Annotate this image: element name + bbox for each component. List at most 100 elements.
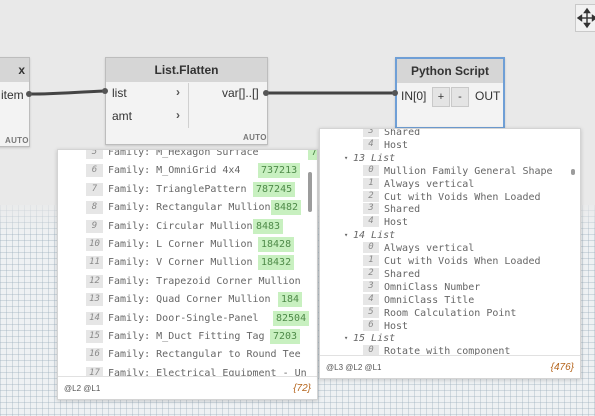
list-item: 7 Family: TrianglePattern 787245 [58, 181, 317, 199]
list-item-index: 4 [363, 293, 379, 305]
list-item-text: Family: Electrical Equipment - Un [108, 367, 307, 376]
input-port-amt[interactable]: amt [112, 109, 132, 123]
list-group-header[interactable]: ▾ 15 List [320, 332, 580, 345]
list-item-text: Rotate with component [384, 346, 511, 355]
element-id-value: 8482 [271, 200, 302, 216]
element-id-value: 736057 [308, 150, 317, 160]
list-item-index: 2 [363, 267, 379, 279]
list-item: 0 Rotate with component [320, 345, 580, 355]
list-item-index: 8 [86, 201, 103, 215]
list-item-index: 4 [363, 138, 379, 150]
port-connector-var[interactable] [263, 90, 269, 96]
list-levels: @L3 @L2 @L1 [326, 363, 382, 372]
list-item: 2 Shared [320, 267, 580, 281]
list-item: 1 Cut with Voids When Loaded [320, 255, 580, 268]
list-item-text: Always vertical [384, 243, 475, 255]
list-item: 12 Family: Trapezoid Corner Mullion [58, 273, 317, 291]
list-item: 11 Family: V Corner Mullion 18432 [58, 254, 317, 272]
list-item: 6 Host [320, 319, 580, 333]
partial-node-title: x [0, 58, 29, 82]
list-item-text: Family: V Corner Mullion [108, 257, 253, 269]
output-port-var[interactable]: var[]..[] [222, 86, 259, 100]
python-script-node[interactable]: Python Script IN[0] + - OUT [395, 57, 505, 129]
list-item-text: Family: M_OmniGrid 4x4 [108, 165, 241, 177]
list-item: 9 Family: Circular Mullion 8483 [58, 218, 317, 236]
scrollbar[interactable] [571, 169, 575, 175]
list-item: 4 OmniClass Title [320, 293, 580, 307]
list-group-header[interactable]: ▾ 13 List [320, 152, 580, 165]
input-port-list[interactable]: list [112, 86, 127, 100]
preview-footer: @L2 @L1 {72} [58, 376, 317, 399]
port-connector-in0[interactable] [392, 90, 398, 96]
list-item-text: Family: Door-Single-Panel [108, 312, 259, 324]
list-item: 8 Family: Rectangular Mullion 8482 [58, 199, 317, 217]
preview-list: 5 Family: M_Hexagon Surface 736057 6 Family:… [58, 150, 317, 376]
list-item-index: 2 [363, 190, 379, 202]
list-item-text: Host [384, 139, 409, 151]
remove-input-button[interactable]: - [451, 87, 469, 107]
list-item-text: Cut with Voids When Loaded [384, 256, 541, 267]
item-count: {72} [293, 383, 311, 394]
list-item-index: 4 [363, 216, 379, 228]
right-preview-panel[interactable]: 3 Shared 4 Host ▾ 13 List 0 Mullion Family Gene… [319, 128, 581, 379]
auto-label: AUTO [243, 133, 267, 142]
list-item-index: 0 [363, 242, 379, 254]
output-port-item[interactable]: item [1, 88, 24, 102]
collapse-triangle-icon[interactable]: ▾ [344, 229, 348, 242]
item-count: {476} [550, 362, 574, 373]
output-port-out[interactable]: OUT [475, 89, 500, 103]
list-item: 3 Shared [320, 129, 580, 139]
list-group-label: 15 List [353, 333, 396, 345]
list-item-text: Family: L Corner Mullion [108, 239, 253, 250]
port-connector-list[interactable] [102, 88, 108, 94]
list-item: 5 Family: M_Hexagon Surface 736057 [58, 150, 317, 162]
node-title: Python Script [397, 59, 503, 83]
list-item: 16 Family: Rectangular to Round Tee [58, 346, 317, 364]
left-preview-panel[interactable]: 5 Family: M_Hexagon Surface 736057 6 Family:… [57, 149, 318, 400]
partial-node[interactable]: x item AUTO [0, 57, 30, 147]
list-item-text: Family: Rectangular to Round Tee [108, 349, 301, 361]
list-item-text: Cut with Voids When Loaded [384, 191, 541, 203]
list-item-text: Shared [384, 204, 421, 216]
list-item-index: 5 [86, 150, 103, 159]
list-item-text: Family: Trapezoid Corner Mullion [108, 275, 301, 287]
auto-label: AUTO [5, 136, 29, 145]
collapse-triangle-icon[interactable]: ▾ [344, 152, 348, 165]
list-item-index: 14 [86, 311, 103, 325]
list-item-index: 9 [86, 219, 103, 233]
preview-footer: @L3 @L2 @L1 {476} [320, 355, 580, 378]
port-connector-item[interactable] [26, 91, 32, 97]
chevron-right-icon: › [176, 85, 180, 99]
element-id-value: 82504 [273, 310, 310, 326]
list-item-text: Family: M_Hexagon Surface [108, 150, 259, 158]
list-item-index: 17 [86, 366, 103, 376]
list-item-index: 3 [363, 280, 379, 292]
list-item: 10 Family: L Corner Mullion 18428 [58, 236, 317, 254]
list-item: 0 Mullion Family General Shape [320, 164, 580, 178]
list-group-header[interactable]: ▾ 14 List [320, 229, 580, 242]
move-icon[interactable] [575, 4, 595, 32]
element-id-value: 8483 [253, 218, 284, 234]
list-item: 3 OmniClass Number [320, 280, 580, 294]
list-flatten-node[interactable]: List.Flatten list › amt › var[]..[] AUTO [105, 57, 268, 145]
list-item-index: 6 [363, 319, 379, 331]
list-item-index: 5 [363, 306, 379, 318]
element-id-value: 18428 [258, 237, 295, 252]
list-item-text: Mullion Family General Shape [384, 165, 553, 177]
chevron-right-icon: › [176, 108, 180, 122]
list-item-text: Shared [384, 129, 421, 138]
list-item-index: 3 [363, 203, 379, 215]
input-port-in0[interactable]: IN[0] [401, 89, 426, 103]
add-input-button[interactable]: + [432, 87, 450, 107]
list-levels: @L2 @L1 [64, 384, 101, 393]
list-item: 4 Host [320, 216, 580, 229]
list-item-text: OmniClass Number [384, 281, 481, 293]
list-group-label: 14 List [353, 230, 396, 242]
scrollbar[interactable] [308, 172, 312, 212]
list-item: 13 Family: Quad Corner Mullion 184 [58, 291, 317, 309]
list-item-index: 13 [86, 293, 103, 307]
collapse-triangle-icon[interactable]: ▾ [344, 332, 348, 345]
list-item-text: OmniClass Title [384, 294, 475, 306]
element-id-value: 18432 [258, 255, 295, 271]
list-item-index: 0 [363, 164, 379, 176]
